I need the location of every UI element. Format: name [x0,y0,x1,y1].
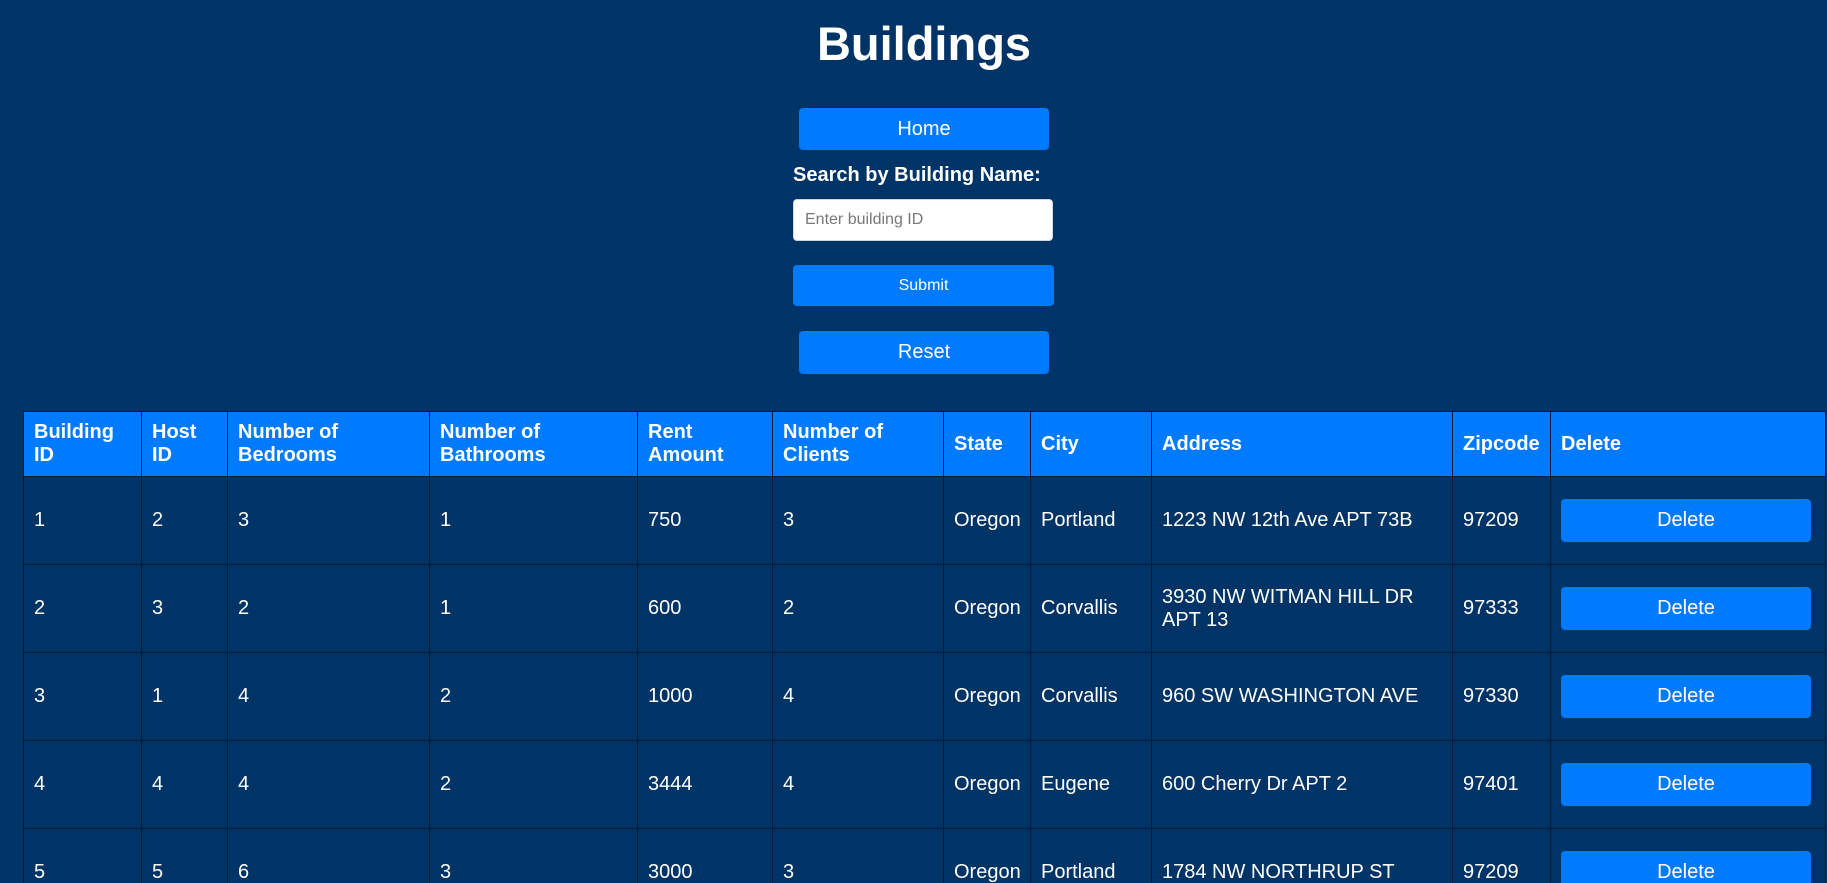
table-row: 2 3 2 1 600 2 Oregon Corvallis 3930 NW W… [23,564,1826,653]
header-host-id: Host ID [141,411,228,477]
cell-clients: 3 [772,476,944,565]
table-row: 4 4 4 2 3444 4 Oregon Eugene 600 Cherry … [23,740,1826,829]
cell-clients: 3 [772,828,944,883]
delete-button[interactable]: Delete [1561,675,1811,718]
cell-delete: Delete [1550,564,1826,653]
cell-rent-amount: 750 [637,476,773,565]
cell-rent-amount: 1000 [637,652,773,741]
header-delete: Delete [1550,411,1826,477]
cell-building-id: 3 [23,652,142,741]
cell-host-id: 3 [141,564,228,653]
cell-bedrooms: 3 [227,476,430,565]
buildings-table: Building ID Host ID Number of Bedrooms N… [23,411,1826,883]
cell-building-id: 1 [23,476,142,565]
cell-delete: Delete [1550,476,1826,565]
table-row: 1 2 3 1 750 3 Oregon Portland 1223 NW 12… [23,476,1826,565]
cell-city: Corvallis [1030,652,1152,741]
header-building-id: Building ID [23,411,142,477]
cell-bedrooms: 2 [227,564,430,653]
cell-building-id: 4 [23,740,142,829]
submit-button[interactable]: Submit [793,265,1054,306]
cell-state: Oregon [943,652,1031,741]
header-city: City [1030,411,1152,477]
cell-city: Portland [1030,828,1152,883]
header-bathrooms: Number of Bathrooms [429,411,638,477]
cell-bathrooms: 2 [429,652,638,741]
cell-state: Oregon [943,564,1031,653]
cell-zipcode: 97333 [1452,564,1551,653]
home-button[interactable]: Home [799,108,1049,150]
cell-state: Oregon [943,476,1031,565]
cell-bedrooms: 6 [227,828,430,883]
cell-delete: Delete [1550,652,1826,741]
cell-host-id: 2 [141,476,228,565]
building-search-input[interactable] [793,199,1053,241]
cell-zipcode: 97209 [1452,828,1551,883]
buildings-page: Buildings Home Search by Building Name: … [0,0,1827,883]
cell-city: Portland [1030,476,1152,565]
table-row: 5 5 6 3 3000 3 Oregon Portland 1784 NW N… [23,828,1826,883]
cell-address: 3930 NW WITMAN HILL DR APT 13 [1151,564,1453,653]
cell-address: 960 SW WASHINGTON AVE [1151,652,1453,741]
cell-address: 1784 NW NORTHRUP ST [1151,828,1453,883]
table-header-row: Building ID Host ID Number of Bedrooms N… [23,411,1826,477]
cell-bathrooms: 3 [429,828,638,883]
cell-delete: Delete [1550,740,1826,829]
cell-zipcode: 97330 [1452,652,1551,741]
cell-clients: 2 [772,564,944,653]
cell-zipcode: 97209 [1452,476,1551,565]
cell-bathrooms: 1 [429,564,638,653]
header-zipcode: Zipcode [1452,411,1551,477]
cell-address: 1223 NW 12th Ave APT 73B [1151,476,1453,565]
header-address: Address [1151,411,1453,477]
cell-building-id: 2 [23,564,142,653]
delete-button[interactable]: Delete [1561,587,1811,630]
search-label: Search by Building Name: [793,164,1041,186]
cell-zipcode: 97401 [1452,740,1551,829]
cell-host-id: 1 [141,652,228,741]
cell-delete: Delete [1550,828,1826,883]
cell-state: Oregon [943,828,1031,883]
header-clients: Number of Clients [772,411,944,477]
header-bedrooms: Number of Bedrooms [227,411,430,477]
page-title: Buildings [816,17,1032,70]
cell-rent-amount: 3444 [637,740,773,829]
cell-clients: 4 [772,740,944,829]
cell-host-id: 4 [141,740,228,829]
cell-state: Oregon [943,740,1031,829]
cell-building-id: 5 [23,828,142,883]
cell-bedrooms: 4 [227,740,430,829]
delete-button[interactable]: Delete [1561,851,1811,883]
cell-bedrooms: 4 [227,652,430,741]
cell-bathrooms: 1 [429,476,638,565]
delete-button[interactable]: Delete [1561,499,1811,542]
table-row: 3 1 4 2 1000 4 Oregon Corvallis 960 SW W… [23,652,1826,741]
cell-city: Corvallis [1030,564,1152,653]
header-state: State [943,411,1031,477]
cell-clients: 4 [772,652,944,741]
cell-bathrooms: 2 [429,740,638,829]
header-rent-amount: Rent Amount [637,411,773,477]
cell-host-id: 5 [141,828,228,883]
reset-button[interactable]: Reset [799,331,1049,374]
cell-city: Eugene [1030,740,1152,829]
cell-rent-amount: 3000 [637,828,773,883]
delete-button[interactable]: Delete [1561,763,1811,806]
cell-address: 600 Cherry Dr APT 2 [1151,740,1453,829]
cell-rent-amount: 600 [637,564,773,653]
